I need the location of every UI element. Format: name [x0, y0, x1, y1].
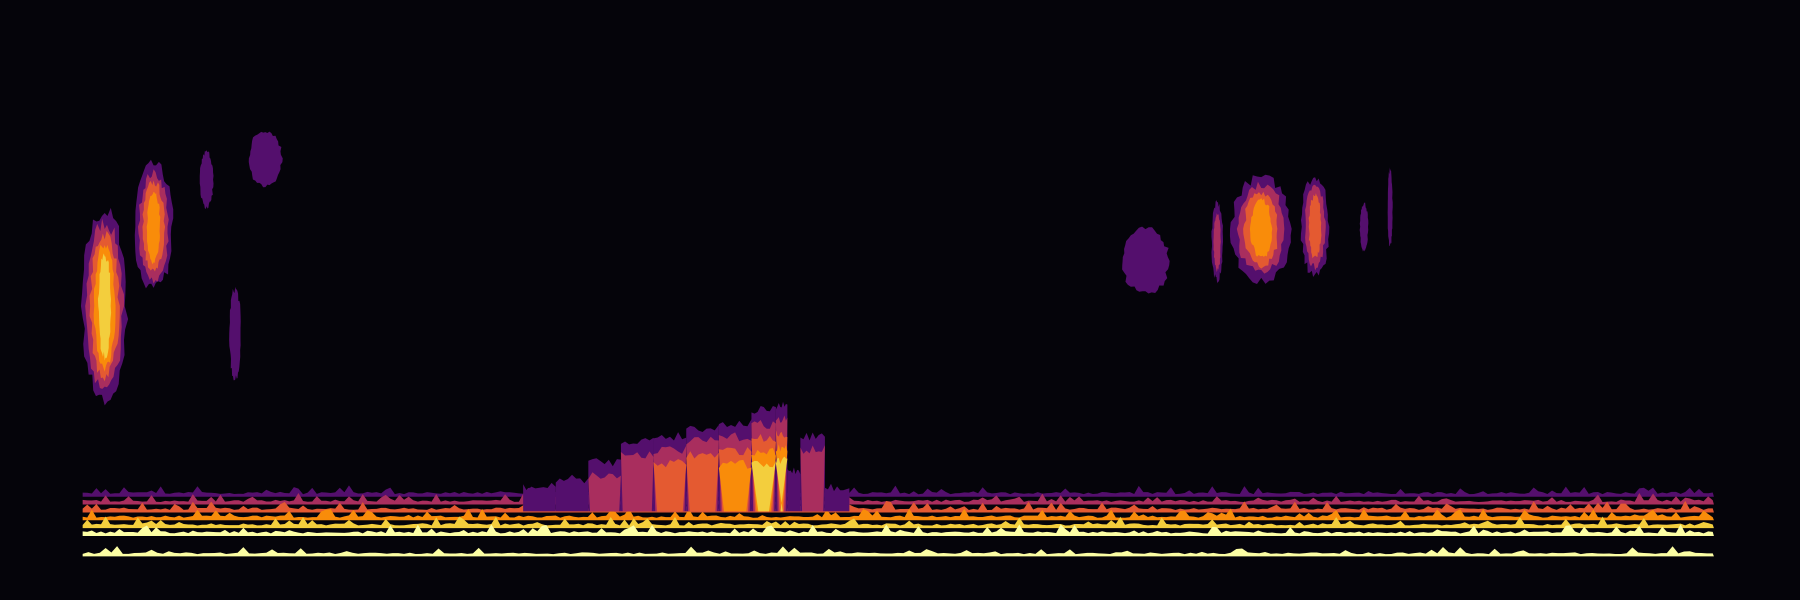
ridge-segment-4-level-3 — [653, 459, 687, 512]
contour-blob-4-level-1 — [229, 286, 241, 381]
contour-plot — [0, 0, 1800, 600]
ridge-segment-2-level-2 — [588, 472, 621, 512]
ridge-segment-5-level-3 — [686, 451, 719, 512]
ridge-segment-10-level-2 — [800, 445, 825, 512]
ridge-segment-9-level-1 — [787, 467, 801, 512]
ridge-segment-3-level-2 — [620, 451, 654, 512]
ridge-segment-6-level-4 — [718, 459, 752, 512]
